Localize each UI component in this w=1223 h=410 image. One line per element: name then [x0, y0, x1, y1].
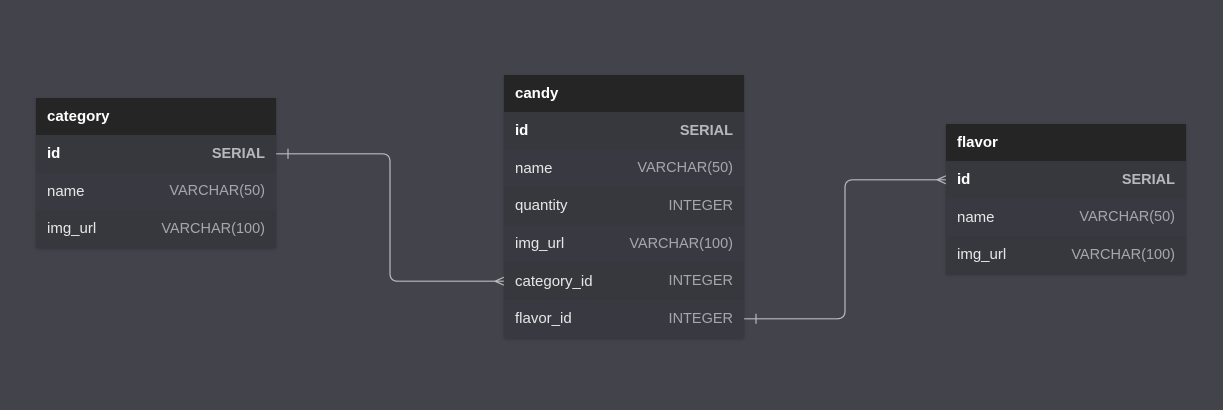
field-row[interactable]: id SERIAL — [946, 161, 1186, 199]
many-cardinality-marker — [493, 276, 505, 286]
field-type: VARCHAR(50) — [637, 160, 733, 177]
field-row[interactable]: img_url VARCHAR(100) — [946, 236, 1186, 274]
field-row[interactable]: quantity INTEGER — [504, 187, 744, 225]
field-type: SERIAL — [211, 145, 265, 162]
field-type: VARCHAR(100) — [1071, 246, 1175, 263]
field-row[interactable]: category_id INTEGER — [504, 262, 744, 300]
field-row[interactable]: img_url VARCHAR(100) — [36, 210, 276, 248]
field-name: name — [47, 182, 85, 200]
field-type: INTEGER — [668, 273, 733, 290]
field-type: VARCHAR(50) — [169, 183, 265, 200]
field-name: id — [515, 122, 529, 140]
field-name: img_url — [515, 235, 565, 253]
field-row[interactable]: img_url VARCHAR(100) — [504, 224, 744, 263]
field-type: INTEGER — [668, 197, 733, 214]
table-title[interactable]: candy — [504, 75, 744, 112]
field-name: id — [957, 171, 971, 189]
field-row[interactable]: name VARCHAR(50) — [946, 198, 1186, 237]
table-category[interactable]: category id SERIAL name VARCHAR(50) img_… — [36, 98, 276, 248]
field-type: SERIAL — [1121, 171, 1175, 188]
field-name: name — [957, 208, 995, 226]
field-name: img_url — [957, 246, 1007, 264]
table-title[interactable]: flavor — [946, 124, 1186, 161]
many-cardinality-marker — [935, 175, 947, 185]
field-name: name — [515, 159, 553, 177]
field-name: category_id — [515, 272, 593, 290]
field-row[interactable]: flavor_id INTEGER — [504, 299, 744, 338]
field-type: VARCHAR(50) — [1079, 209, 1175, 226]
field-type: VARCHAR(100) — [161, 220, 265, 237]
field-type: SERIAL — [679, 122, 733, 139]
field-row[interactable]: name VARCHAR(50) — [36, 172, 276, 211]
table-title[interactable]: category — [36, 98, 276, 135]
relation-line — [276, 153, 504, 282]
table-candy[interactable]: candy id SERIAL name VARCHAR(50) quantit… — [504, 75, 744, 338]
field-row[interactable]: id SERIAL — [36, 135, 276, 173]
table-flavor[interactable]: flavor id SERIAL name VARCHAR(50) img_ur… — [946, 124, 1186, 274]
field-name: img_url — [47, 220, 97, 238]
field-type: VARCHAR(100) — [629, 235, 733, 252]
field-row[interactable]: name VARCHAR(50) — [504, 149, 744, 188]
field-name: id — [47, 145, 61, 163]
field-name: flavor_id — [515, 310, 572, 328]
diagram-canvas: category id SERIAL name VARCHAR(50) img_… — [0, 0, 1223, 410]
relation-line — [744, 179, 946, 320]
field-name: quantity — [515, 197, 568, 215]
field-row[interactable]: id SERIAL — [504, 112, 744, 150]
field-type: INTEGER — [668, 310, 733, 327]
